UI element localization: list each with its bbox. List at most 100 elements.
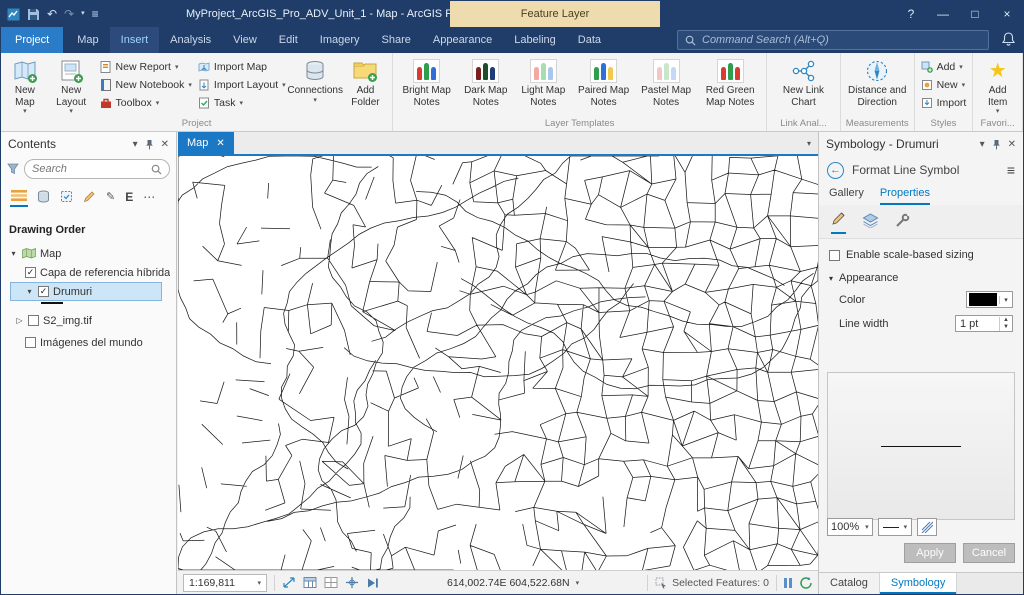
tree-node-map[interactable]: ▾ Map xyxy=(1,245,176,262)
redo-icon[interactable]: ↷ xyxy=(64,1,74,27)
back-icon[interactable]: ← xyxy=(827,162,844,179)
grid-icon[interactable] xyxy=(324,576,338,589)
step-forward-icon[interactable] xyxy=(366,577,379,589)
apply-button[interactable]: Apply xyxy=(904,543,956,563)
styles-new-button[interactable]: New▾ xyxy=(921,78,967,92)
tab-labeling[interactable]: Labeling xyxy=(503,27,567,53)
hatch-options-button[interactable] xyxy=(917,518,937,536)
expand-collapse-icon[interactable]: ▾ xyxy=(9,249,18,258)
import-map-button[interactable]: Import Map xyxy=(198,60,286,74)
structure-wrench-icon[interactable] xyxy=(895,213,910,234)
tab-catalog[interactable]: Catalog xyxy=(819,573,880,594)
add-item-button[interactable]: ★ Add Item ▾ xyxy=(976,55,1019,118)
tab-share[interactable]: Share xyxy=(371,27,422,53)
navigate-arrows-icon[interactable] xyxy=(282,576,296,589)
contents-search-input[interactable] xyxy=(32,163,147,175)
expand-collapse-icon[interactable]: ▾ xyxy=(25,287,34,296)
tab-view[interactable]: View xyxy=(222,27,268,53)
pin-icon[interactable] xyxy=(992,139,1001,150)
close-icon[interactable]: ✕ xyxy=(161,139,169,150)
tab-map[interactable]: Map xyxy=(66,27,109,53)
styles-add-button[interactable]: Add▾ xyxy=(921,60,967,74)
tab-appearance[interactable]: Appearance xyxy=(422,27,503,53)
toolbox-button[interactable]: Toolbox▾ xyxy=(100,96,192,110)
refresh-icon[interactable] xyxy=(799,576,813,590)
layer-label[interactable]: Imágenes del mundo xyxy=(40,337,143,349)
color-picker[interactable]: ▾ xyxy=(966,291,1013,308)
symbol-pencil-icon[interactable] xyxy=(831,211,846,234)
new-report-button[interactable]: New Report▾ xyxy=(100,60,192,74)
connections-button[interactable]: Connections ▾ xyxy=(289,55,342,107)
pause-drawing-icon[interactable] xyxy=(784,578,792,588)
new-link-chart-button[interactable]: New Link Chart xyxy=(770,55,837,110)
bright-map-notes-button[interactable]: Bright Map Notes xyxy=(396,55,457,110)
snap-crosshair-icon[interactable] xyxy=(345,576,359,589)
tab-imagery[interactable]: Imagery xyxy=(309,27,371,53)
new-map-button[interactable]: New Map ▾ xyxy=(4,55,46,118)
filter-icon[interactable] xyxy=(7,163,19,175)
more-options-icon[interactable]: ⋯ xyxy=(142,188,156,207)
red-green-map-notes-button[interactable]: Red Green Map Notes xyxy=(697,55,763,110)
layer-row[interactable]: ▷ S2_img.tif xyxy=(1,312,176,329)
customize-ribbon-icon[interactable]: ≡ xyxy=(92,1,99,27)
add-folder-button[interactable]: Add Folder xyxy=(342,55,389,110)
qat-dropdown-caret-icon[interactable]: ▾ xyxy=(81,1,85,27)
contents-search-box[interactable] xyxy=(24,159,170,179)
maximize-button[interactable]: □ xyxy=(959,1,991,27)
close-icon[interactable]: ✕ xyxy=(216,138,224,149)
tab-gallery[interactable]: Gallery xyxy=(829,187,864,205)
pastel-map-notes-button[interactable]: Pastel Map Notes xyxy=(635,55,697,110)
layer-label[interactable]: S2_img.tif xyxy=(43,315,92,327)
layer-label[interactable]: Capa de referencia híbrida xyxy=(40,267,170,279)
attribute-table-icon[interactable] xyxy=(303,576,317,589)
tab-edit[interactable]: Edit xyxy=(268,27,309,53)
light-map-notes-button[interactable]: Light Map Notes xyxy=(514,55,572,110)
distance-and-direction-button[interactable]: Distance and Direction xyxy=(844,55,911,110)
list-by-drawing-order-icon[interactable] xyxy=(10,188,28,207)
layer-checkbox[interactable] xyxy=(38,286,49,297)
styles-import-button[interactable]: Import xyxy=(921,96,967,110)
save-icon[interactable] xyxy=(27,8,40,21)
dark-map-notes-button[interactable]: Dark Map Notes xyxy=(457,55,514,110)
list-by-labeling-icon[interactable]: E xyxy=(124,188,134,207)
preview-zoom-select[interactable]: 100% ▾ xyxy=(827,518,873,536)
scale-based-sizing-checkbox[interactable] xyxy=(829,250,840,261)
tab-analysis[interactable]: Analysis xyxy=(159,27,222,53)
paired-map-notes-button[interactable]: Paired Map Notes xyxy=(572,55,635,110)
tab-symbology[interactable]: Symbology xyxy=(880,573,957,594)
layer-row[interactable]: Capa de referencia híbrida xyxy=(1,264,176,281)
view-list-caret-icon[interactable]: ▾ xyxy=(800,132,818,154)
pin-icon[interactable] xyxy=(145,139,154,150)
command-search-input[interactable] xyxy=(702,34,981,46)
new-notebook-button[interactable]: New Notebook▾ xyxy=(100,78,192,92)
layers-icon[interactable] xyxy=(862,213,879,234)
scale-based-sizing-row[interactable]: Enable scale-based sizing xyxy=(819,239,1023,263)
close-button[interactable]: × xyxy=(991,1,1023,27)
task-button[interactable]: Task▾ xyxy=(198,96,286,110)
list-by-editing-icon[interactable] xyxy=(82,188,97,207)
help-button[interactable]: ? xyxy=(895,1,927,27)
map-canvas[interactable] xyxy=(178,154,818,570)
line-symbol-swatch[interactable] xyxy=(41,302,63,304)
spinner-arrows[interactable]: ▲▼ xyxy=(999,317,1012,331)
map-view-tab[interactable]: Map ✕ xyxy=(178,132,234,154)
list-by-snapping-icon[interactable]: ✎ xyxy=(105,188,116,207)
layer-checkbox[interactable] xyxy=(28,315,39,326)
line-width-spinner[interactable]: 1 pt ▲▼ xyxy=(955,315,1013,332)
tab-project[interactable]: Project xyxy=(1,27,63,53)
pane-options-caret-icon[interactable]: ▾ xyxy=(980,139,985,150)
app-icon[interactable] xyxy=(7,8,20,21)
notifications-bell-icon[interactable] xyxy=(1002,32,1015,49)
list-by-selection-icon[interactable] xyxy=(59,188,74,207)
close-icon[interactable]: ✕ xyxy=(1008,139,1016,150)
preview-line-style-select[interactable]: ▾ xyxy=(878,518,913,536)
minimize-button[interactable]: — xyxy=(927,1,959,27)
selected-features-indicator[interactable]: Selected Features: 0 xyxy=(655,577,769,589)
layer-label[interactable]: Drumuri xyxy=(53,286,92,298)
pane-options-caret-icon[interactable]: ▾ xyxy=(133,139,138,150)
layer-checkbox[interactable] xyxy=(25,267,36,278)
layer-row[interactable]: Imágenes del mundo xyxy=(1,334,176,351)
menu-icon[interactable]: ≡ xyxy=(1007,162,1015,178)
tab-insert[interactable]: Insert xyxy=(110,27,160,53)
expand-collapse-icon[interactable]: ▷ xyxy=(15,316,24,325)
